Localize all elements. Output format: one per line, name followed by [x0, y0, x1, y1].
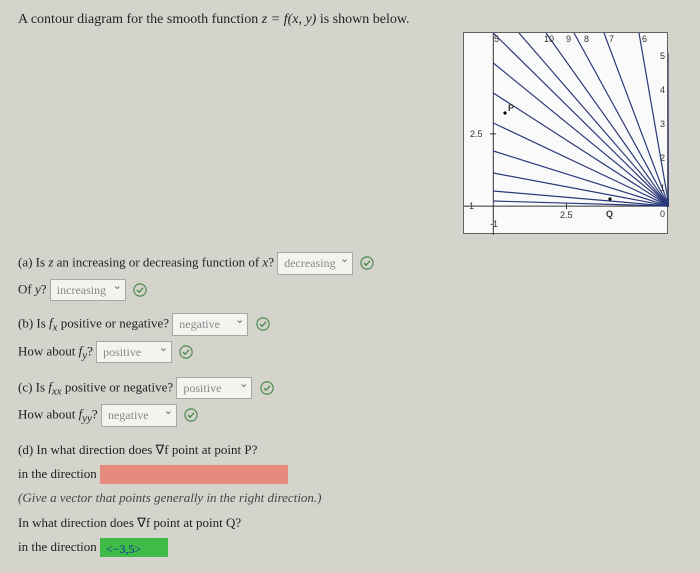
point-q-label: Q — [606, 209, 613, 219]
hint-text: (Give a vector that points generally in … — [18, 488, 682, 508]
check-icon — [360, 256, 374, 270]
part-b: (b) Is fx positive or negative? negative… — [18, 313, 682, 364]
check-icon — [256, 317, 270, 331]
contour-label: 10 — [544, 34, 554, 44]
contour-label: 1 — [660, 183, 665, 193]
equation: z = f(x, y) — [262, 12, 317, 27]
x-tick-2-5: 2.5 — [560, 210, 573, 220]
contour-label: 5 — [494, 34, 499, 44]
part-d: (d) In what direction does ∇f point at p… — [18, 440, 682, 557]
dropdown-b-fx[interactable]: negative — [172, 313, 248, 336]
contour-label: 4 — [660, 85, 665, 95]
part-c: (c) Is fxx positive or negative? positiv… — [18, 377, 682, 428]
y-tick-neg1: -1 — [490, 219, 498, 229]
check-icon — [260, 381, 274, 395]
contour-label: 5 — [660, 51, 665, 61]
dropdown-b-fy[interactable]: positive — [96, 341, 172, 364]
point-p-label: P — [508, 103, 514, 113]
check-icon — [184, 408, 198, 422]
part-d-q1: (d) In what direction does ∇f point at p… — [18, 440, 682, 460]
part-a: (a) Is z an increasing or decreasing fun… — [18, 252, 682, 301]
answer-input-p[interactable] — [100, 465, 288, 484]
problem-prompt: A contour diagram for the smooth functio… — [18, 12, 682, 28]
part-d-q2: In what direction does ∇f point at point… — [18, 513, 682, 533]
dropdown-a-y[interactable]: increasing — [50, 279, 126, 302]
dropdown-c-fyy[interactable]: negative — [101, 404, 177, 427]
contour-label: 7 — [609, 34, 614, 44]
dropdown-c-fxx[interactable]: positive — [176, 377, 252, 400]
contour-label: 6 — [642, 34, 647, 44]
contour-label: 2 — [660, 153, 665, 163]
contour-label: 9 — [566, 34, 571, 44]
check-icon — [133, 283, 147, 297]
contour-label: 8 — [584, 34, 589, 44]
dropdown-a-x[interactable]: decreasing — [277, 252, 353, 275]
contour-label: 0 — [660, 209, 665, 219]
contour-diagram: 5 10 9 8 7 6 5 4 3 2 1 0 2.5 2.5 -1 -1 P… — [463, 32, 668, 234]
x-tick-neg1: -1 — [466, 201, 474, 211]
contour-label: 3 — [660, 119, 665, 129]
check-icon — [179, 345, 193, 359]
y-tick-2-5: 2.5 — [470, 129, 483, 139]
answer-input-q[interactable]: <−3,5> — [100, 538, 168, 557]
